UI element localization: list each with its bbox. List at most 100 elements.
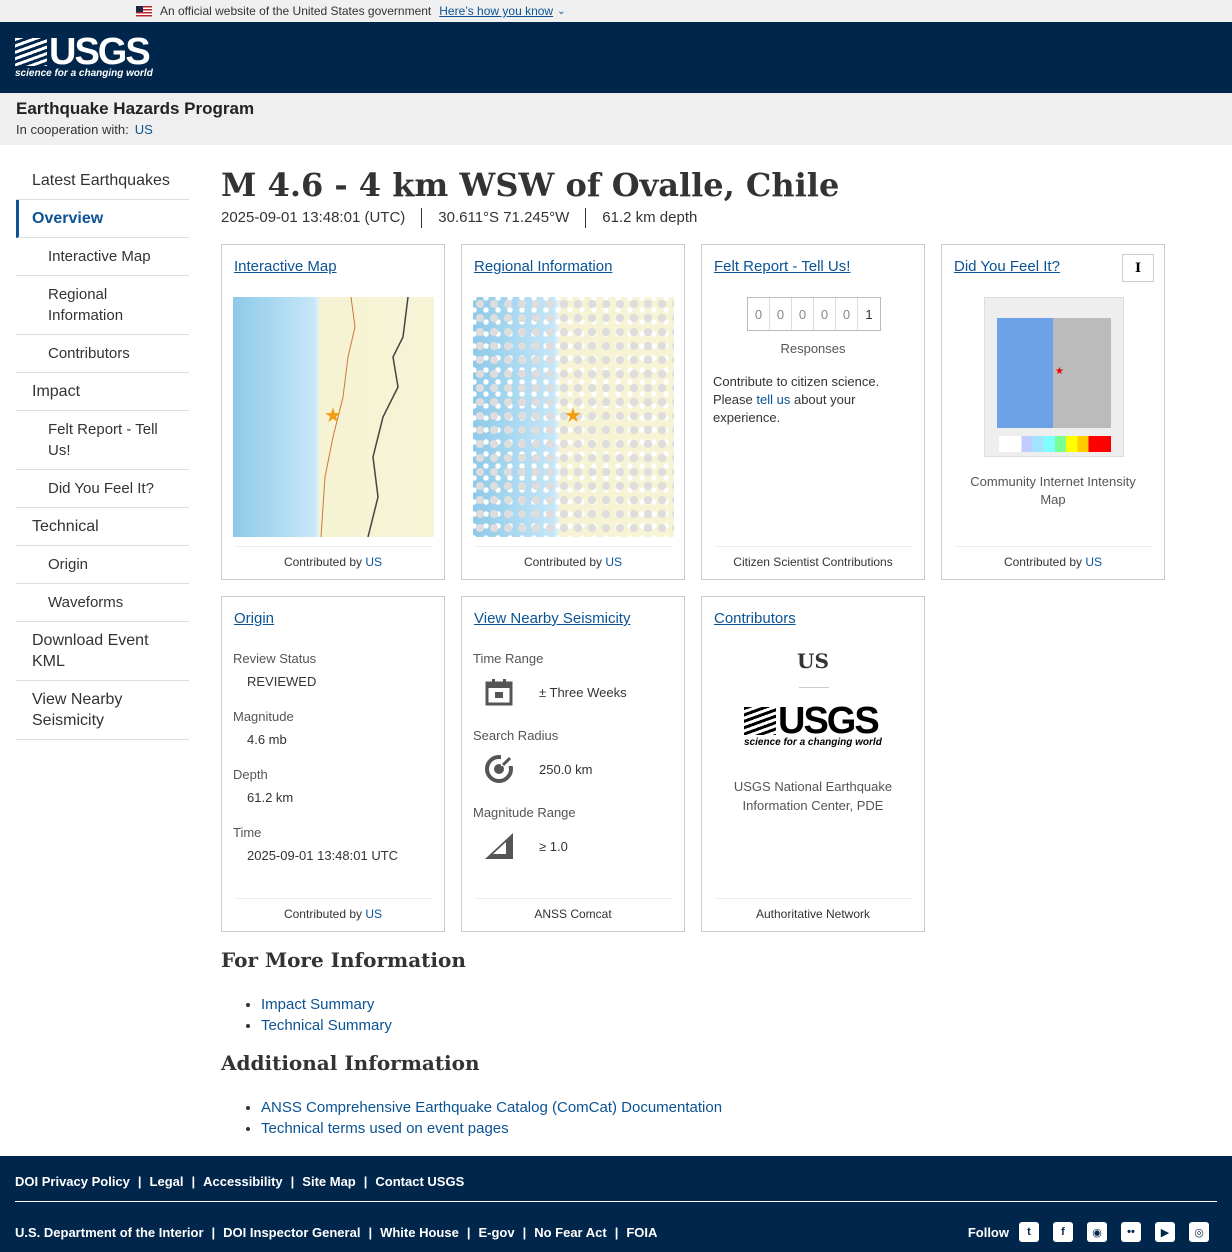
origin-link[interactable]: Origin <box>234 610 274 627</box>
sidebar-item-download-kml[interactable]: Download Event KML <box>16 622 189 681</box>
contributor-link[interactable]: US <box>1085 555 1102 569</box>
search-radius-label: Search Radius <box>473 728 559 743</box>
sidebar-item-impact[interactable]: Impact <box>16 373 189 411</box>
contributors-link[interactable]: Contributors <box>714 610 796 627</box>
sidebar-item-regional-information[interactable]: Regional Information <box>16 276 189 335</box>
gov-banner: An official website of the United States… <box>0 0 1232 22</box>
regional-info-link[interactable]: Regional Information <box>474 258 612 275</box>
felt-report-footer: Citizen Scientist Contributions <box>714 546 912 569</box>
footer-link[interactable]: White House <box>380 1225 459 1240</box>
sidebar-item-latest-earthquakes[interactable]: Latest Earthquakes <box>16 162 189 200</box>
sidebar-item-dyfi[interactable]: Did You Feel It? <box>16 470 189 508</box>
list-item: ANSS Comprehensive Earthquake Catalog (C… <box>261 1097 722 1118</box>
contributor-link[interactable]: US <box>365 907 382 921</box>
dyfi-footer: Contributed by US <box>954 546 1152 569</box>
flickr-icon[interactable]: •• <box>1121 1222 1141 1242</box>
twitter-icon[interactable]: t <box>1019 1222 1039 1242</box>
regional-map-image[interactable]: ★ <box>473 297 674 537</box>
magnitude-range-label: Magnitude Range <box>473 805 576 820</box>
dyfi-link[interactable]: Did You Feel It? <box>954 258 1060 275</box>
additional-info-heading: Additional Information <box>221 1051 480 1075</box>
sidebar-item-contributors[interactable]: Contributors <box>16 335 189 373</box>
footer-link[interactable]: Site Map <box>302 1174 355 1189</box>
footer-link[interactable]: DOI Privacy Policy <box>15 1174 130 1189</box>
time-range-value: ± Three Weeks <box>539 684 627 700</box>
impact-summary-link[interactable]: Impact Summary <box>261 996 374 1013</box>
cooperation-line: In cooperation with: US <box>16 122 1216 137</box>
program-title[interactable]: Earthquake Hazards Program <box>16 99 1216 119</box>
felt-description: Contribute to citizen science. Please te… <box>713 374 880 425</box>
github-icon[interactable]: ◉ <box>1087 1222 1107 1242</box>
magnitude-triangle-icon <box>483 830 515 862</box>
magnitude-range-value: ≥ 1.0 <box>539 838 568 854</box>
sidebar-item-nearby-seismicity[interactable]: View Nearby Seismicity <box>16 681 189 740</box>
footer-link[interactable]: No Fear Act <box>534 1225 606 1240</box>
chevron-down-icon[interactable]: ⌄ <box>557 6 565 17</box>
usgs-waves-icon <box>15 37 47 66</box>
usgs-contributor-logo: USGS science for a changing world <box>744 700 882 749</box>
origin-footer: Contributed by US <box>234 898 432 921</box>
nearby-seismicity-link[interactable]: View Nearby Seismicity <box>474 610 630 627</box>
usgs-tagline: science for a changing world <box>744 737 882 748</box>
nearby-seismicity-card: View Nearby Seismicity Time Range ± Thre… <box>461 596 685 932</box>
instagram-icon[interactable]: ◎ <box>1189 1222 1209 1242</box>
footer-link[interactable]: Accessibility <box>203 1174 283 1189</box>
search-radius-value: 250.0 km <box>539 761 593 777</box>
usgs-logo-text: USGS <box>778 700 880 742</box>
time-label: Time <box>233 825 262 840</box>
interactive-map-card: Interactive Map ★ Contributed by US <box>221 244 445 580</box>
sidebar-item-waveforms[interactable]: Waveforms <box>16 584 189 622</box>
technical-summary-link[interactable]: Technical Summary <box>261 1017 392 1034</box>
sidebar-item-interactive-map[interactable]: Interactive Map <box>16 238 189 276</box>
more-info-list: Impact Summary Technical Summary <box>261 994 392 1036</box>
facebook-icon[interactable]: f <box>1053 1222 1073 1242</box>
coop-link[interactable]: US <box>135 122 153 137</box>
depth-label: Depth <box>233 767 268 782</box>
dyfi-map-image[interactable]: ★ <box>984 297 1124 457</box>
dyfi-card: Did You Feel It? I ★ Community Internet … <box>941 244 1165 580</box>
felt-report-card: Felt Report - Tell Us! 000001 Responses … <box>701 244 925 580</box>
regional-info-card: Regional Information ★ Contributed by US <box>461 244 685 580</box>
heres-how-you-know-link[interactable]: Here’s how you know <box>439 4 553 18</box>
intensity-badge[interactable]: I <box>1122 254 1154 282</box>
footer-link[interactable]: E-gov <box>478 1225 514 1240</box>
review-status-value: REVIEWED <box>247 674 317 689</box>
technical-terms-link[interactable]: Technical terms used on event pages <box>261 1120 509 1137</box>
page-title: M 4.6 - 4 km WSW of Ovalle, Chile <box>221 166 840 204</box>
interactive-map-image[interactable]: ★ <box>233 297 434 537</box>
magnitude-label: Magnitude <box>233 709 294 724</box>
interactive-map-link[interactable]: Interactive Map <box>234 258 337 275</box>
footer-link[interactable]: Legal <box>150 1174 184 1189</box>
footer-link[interactable]: DOI Inspector General <box>223 1225 360 1240</box>
time-value: 2025-09-01 13:48:01 UTC <box>247 848 399 863</box>
footer-link[interactable]: U.S. Department of the Interior <box>15 1225 204 1240</box>
contributor-link[interactable]: US <box>605 555 622 569</box>
origin-card: Origin Review Status REVIEWED Magnitude … <box>221 596 445 932</box>
responses-label: Responses <box>780 341 846 356</box>
event-location: 30.611°S 71.245°W <box>421 208 585 228</box>
youtube-icon[interactable]: ▶ <box>1155 1222 1175 1242</box>
gov-banner-text: An official website of the United States… <box>160 4 432 18</box>
radius-icon <box>483 753 515 785</box>
comcat-docs-link[interactable]: ANSS Comprehensive Earthquake Catalog (C… <box>261 1099 722 1116</box>
footer-link[interactable]: FOIA <box>626 1225 657 1240</box>
coop-label: In cooperation with: <box>16 122 129 137</box>
contributor-name: USGS National Earthquake Information Cen… <box>733 779 893 813</box>
sidebar-item-overview[interactable]: Overview <box>16 200 189 238</box>
sidebar-item-origin[interactable]: Origin <box>16 546 189 584</box>
follow-social: Follow t f ◉ •• ▶ ◎ <box>968 1222 1217 1242</box>
felt-report-link[interactable]: Felt Report - Tell Us! <box>714 258 850 275</box>
tell-us-link[interactable]: tell us <box>756 392 790 407</box>
sidebar-item-technical[interactable]: Technical <box>16 508 189 546</box>
footer-link[interactable]: Contact USGS <box>375 1174 464 1189</box>
epicenter-star-icon: ★ <box>324 405 342 427</box>
usgs-tagline: science for a changing world <box>15 67 153 79</box>
time-range-label: Time Range <box>473 651 544 666</box>
program-bar: Earthquake Hazards Program In cooperatio… <box>0 93 1232 145</box>
contributor-link[interactable]: US <box>365 555 382 569</box>
event-time: 2025-09-01 13:48:01 (UTC) <box>221 209 406 226</box>
sidebar-item-felt-report[interactable]: Felt Report - Tell Us! <box>16 411 189 470</box>
dyfi-caption: Community Internet Intensity Map <box>970 474 1136 507</box>
usgs-logo[interactable]: USGS science for a changing world <box>15 33 153 80</box>
epicenter-star-icon: ★ <box>1055 366 1064 377</box>
